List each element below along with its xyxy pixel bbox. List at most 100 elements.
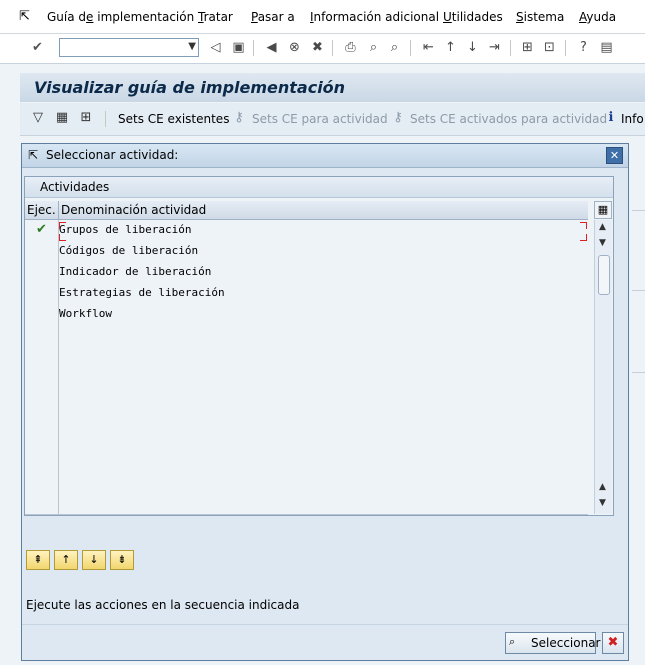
next-page-icon[interactable]: ↓ <box>464 39 481 56</box>
ejec-cell <box>25 430 59 451</box>
menu-tratar[interactable]: Tratar <box>198 10 233 24</box>
toolbar-separator <box>332 40 333 56</box>
activity-name: Grupos de liberación <box>59 223 192 236</box>
table-row[interactable] <box>25 346 588 368</box>
document-icon[interactable]: ▦ <box>54 110 70 126</box>
new-session-icon[interactable]: ⊞ <box>519 39 536 56</box>
toolbar-separator <box>565 40 566 56</box>
scrollbar-thumb[interactable] <box>598 255 610 295</box>
ejec-cell <box>25 493 59 514</box>
filter-icon[interactable]: ▽ <box>30 110 46 126</box>
find-icon[interactable]: ⌕ <box>365 39 382 56</box>
ejec-cell <box>25 346 59 367</box>
close-icon[interactable]: ✕ <box>606 147 623 164</box>
application-toolbar: ▽ ▦ ⊞ Sets CE existentes ⚷ Sets CE para … <box>20 103 645 136</box>
table-row[interactable] <box>25 472 588 494</box>
sets-existing-button[interactable]: Sets CE existentes <box>118 112 229 126</box>
last-page-icon[interactable]: ⇥ <box>486 39 503 56</box>
menu-informacion[interactable]: Información adicional <box>310 10 439 24</box>
toolbar-separator <box>253 40 254 56</box>
table-row[interactable]: Estrategias de liberación <box>25 283 588 305</box>
chevron-down-icon[interactable]: ▼ <box>188 41 196 52</box>
exit-icon[interactable]: ⊗ <box>286 39 303 56</box>
cancel-button[interactable]: ✖ <box>602 632 624 654</box>
column-header-name[interactable]: Denominación actividad <box>61 203 206 217</box>
next-page-icon[interactable]: ↓ <box>82 550 106 570</box>
select-button[interactable]: ⌕ Seleccionar <box>505 632 600 654</box>
menu-utilidades[interactable]: Utilidades <box>443 10 503 24</box>
ejec-cell <box>25 388 59 409</box>
activity-name: Códigos de liberación <box>59 244 199 257</box>
layout-menu-icon[interactable]: ▤ <box>598 39 615 56</box>
ejec-cell <box>25 451 59 472</box>
table-row[interactable] <box>25 367 588 389</box>
column-header-ejec[interactable]: Ejec. <box>27 203 56 217</box>
menu-ayuda[interactable]: Ayuda <box>579 10 616 24</box>
activity-name: Indicador de liberación <box>59 265 212 278</box>
enter-icon[interactable]: ✔ <box>29 39 46 56</box>
table-row[interactable]: ✔ Grupos de liberación <box>25 220 588 242</box>
table-row[interactable]: Workflow <box>25 304 588 326</box>
ejec-cell <box>25 367 59 388</box>
vertical-scrollbar[interactable]: ▲ ▼ ▲ ▼ <box>594 220 612 514</box>
menu-bar: ⇱ Guía de implementación Tratar Pasar a … <box>0 0 645 34</box>
key-icon: ⚷ <box>234 110 244 125</box>
first-page-icon[interactable]: ⇞ <box>26 550 50 570</box>
table-row[interactable]: Indicador de liberación <box>25 262 588 284</box>
scroll-down-icon[interactable]: ▼ <box>599 238 606 248</box>
cancel-icon[interactable]: ✖ <box>309 39 326 56</box>
last-page-icon[interactable]: ⇟ <box>110 550 134 570</box>
sets-activated-button[interactable]: Sets CE activados para actividad <box>410 112 607 126</box>
previous-page-icon[interactable]: ↑ <box>54 550 78 570</box>
menu-sistema[interactable]: Sistema <box>516 10 564 24</box>
table-row[interactable] <box>25 325 588 347</box>
table-row[interactable] <box>25 451 588 473</box>
table-title: Actividades <box>40 180 110 194</box>
info-icon[interactable]: ℹ <box>603 110 619 126</box>
command-field[interactable]: ▼ <box>59 38 199 57</box>
scroll-down-icon[interactable]: ▼ <box>599 498 606 508</box>
first-page-icon[interactable]: ⇤ <box>420 39 437 56</box>
menu-entry-icon[interactable]: ⇱ <box>19 9 30 24</box>
ejec-cell <box>25 472 59 493</box>
ejec-cell <box>25 262 59 283</box>
back-icon[interactable]: ◀ <box>263 39 280 56</box>
table-row[interactable] <box>25 388 588 410</box>
hint-text: Ejecute las acciones en la secuencia ind… <box>26 598 300 612</box>
column-divider <box>58 201 59 219</box>
tree-icon[interactable]: ⊞ <box>78 110 94 126</box>
selection-marker <box>59 234 66 241</box>
table-row[interactable]: Códigos de liberación <box>25 241 588 263</box>
table-row[interactable] <box>25 409 588 431</box>
info-button[interactable]: Info <box>621 112 644 126</box>
print-icon[interactable]: ⎙ <box>342 39 359 56</box>
history-back-icon[interactable]: ◁ <box>207 39 224 56</box>
dialog-title-bar: ⇱ Seleccionar actividad: ✕ <box>22 144 628 168</box>
table-row[interactable] <box>25 430 588 452</box>
divider <box>632 372 645 373</box>
save-icon[interactable]: ▣ <box>230 39 247 56</box>
previous-page-icon[interactable]: ↑ <box>442 39 459 56</box>
select-button-label: Seleccionar <box>531 636 601 650</box>
menu-pasar-a[interactable]: Pasar a <box>251 10 295 24</box>
select-activity-dialog: ⇱ Seleccionar actividad: ✕ Actividades E… <box>21 143 629 661</box>
find-next-icon[interactable]: ⌕ <box>386 39 403 56</box>
checkmark-icon: ✔ <box>25 220 59 241</box>
shortcut-icon[interactable]: ⊡ <box>541 39 558 56</box>
scroll-up-icon[interactable]: ▲ <box>599 482 606 492</box>
table-body: ✔ Grupos de liberación Códigos de liberaci… <box>25 220 588 515</box>
menu-guia[interactable]: Guía de implementación <box>47 10 194 24</box>
selection-marker <box>580 234 587 241</box>
key-icon: ⚷ <box>393 110 403 125</box>
table-row[interactable] <box>25 493 588 515</box>
scroll-up-icon[interactable]: ▲ <box>599 222 606 232</box>
ejec-cell <box>25 241 59 262</box>
dialog-window-icon: ⇱ <box>28 148 39 162</box>
ejec-cell <box>25 409 59 430</box>
ejec-cell <box>25 325 59 346</box>
background-content <box>629 143 645 661</box>
table-settings-icon[interactable]: ▦ <box>594 201 612 219</box>
title-bar: Visualizar guía de implementación <box>20 73 645 102</box>
help-icon[interactable]: ? <box>575 39 592 56</box>
sets-for-activity-button[interactable]: Sets CE para actividad <box>252 112 388 126</box>
